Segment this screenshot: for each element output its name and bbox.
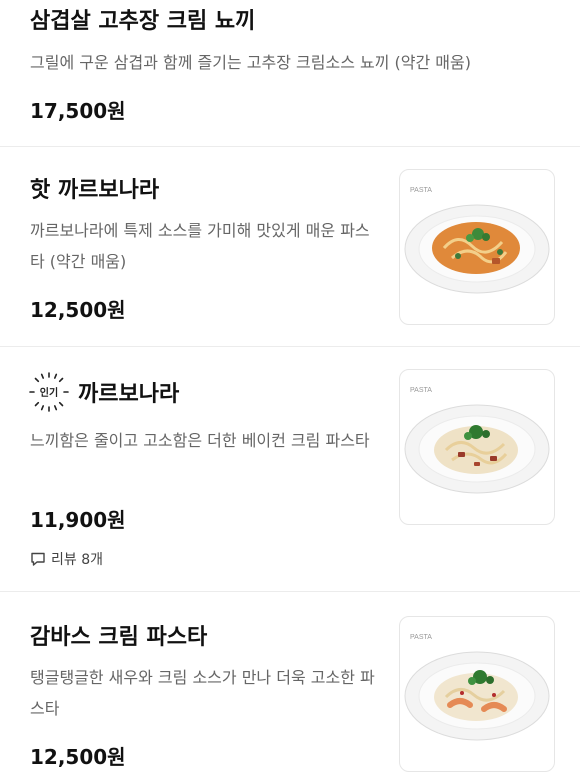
menu-list: 삼겹살 고추장 크림 뇨끼 그릴에 구운 삼겹과 함께 즐기는 고추장 크림소스… — [0, 0, 580, 773]
pasta-plate-icon: PASTA — [404, 387, 550, 494]
menu-item-price: 17,500원 — [30, 99, 126, 123]
menu-item-title: 인기 까르보나라 — [28, 371, 179, 413]
menu-item-name: 삼겹살 고추장 크림 뇨끼 — [30, 9, 256, 34]
speech-bubble-icon — [31, 552, 45, 566]
menu-item-name-row: 인기 까르보나라 — [28, 371, 179, 419]
menu-item-pork-gnocchi[interactable]: 삼겹살 고추장 크림 뇨끼 그릴에 구운 삼겹과 함께 즐기는 고추장 크림소스… — [0, 0, 580, 146]
review-link[interactable]: 리뷰 8개 — [30, 549, 103, 569]
menu-item-description: 그릴에 구운 삼겹과 함께 즐기는 고추장 크림소스 뇨끼 (약간 매움) — [30, 53, 471, 72]
menu-item-hot-carbonara[interactable]: 핫 까르보나라 까르보나라에 특제 소스를 가미해 맛있게 매운 파스타 (약간… — [0, 147, 580, 346]
menu-item-price: 12,500원 — [30, 745, 126, 769]
menu-item-description: 느끼함은 줄이고 고소함은 더한 베이컨 크림 파스타 — [30, 431, 370, 450]
menu-item-price: 11,900원 — [30, 508, 126, 532]
pasta-plate-icon: PASTA — [404, 634, 550, 741]
pasta-plate-icon: PASTA — [404, 187, 550, 294]
menu-item-name: 핫 까르보나라 — [30, 178, 160, 203]
popular-badge: 인기 — [28, 371, 70, 413]
menu-item-gambas-cream-pasta[interactable]: 감바스 크림 파스타 탱글탱글한 새우와 크림 소스가 만나 더욱 고소한 파스… — [0, 592, 580, 773]
popular-badge-label: 인기 — [40, 386, 58, 399]
menu-item-image[interactable]: PASTA — [399, 369, 555, 525]
review-count: 리뷰 8개 — [51, 552, 103, 568]
svg-text:PASTA: PASTA — [410, 634, 432, 641]
menu-item-image[interactable]: PASTA — [399, 169, 555, 325]
menu-item-price: 12,500원 — [30, 298, 126, 322]
svg-text:PASTA: PASTA — [410, 387, 432, 394]
menu-item-name: 까르보나라 — [78, 382, 180, 407]
menu-item-description: 탱글탱글한 새우와 크림 소스가 만나 더욱 고소한 파스타 — [30, 668, 375, 718]
menu-item-image[interactable]: PASTA — [399, 616, 555, 772]
menu-item-description: 까르보나라에 특제 소스를 가미해 맛있게 매운 파스타 (약간 매움) — [30, 221, 370, 271]
menu-item-name: 감바스 크림 파스타 — [30, 625, 208, 650]
svg-text:PASTA: PASTA — [410, 187, 432, 194]
menu-item-carbonara[interactable]: 인기 까르보나라 느끼함은 줄이고 고소함은 더한 베이컨 크림 파스타 11,… — [0, 347, 580, 591]
